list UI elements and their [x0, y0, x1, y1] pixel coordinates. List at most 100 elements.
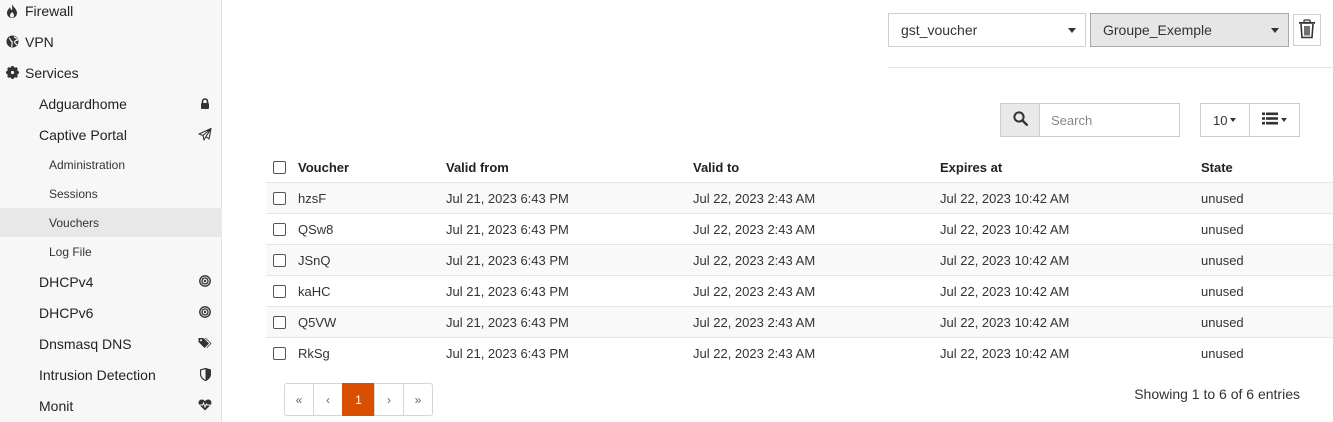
- table-cell: Jul 22, 2023 2:43 AM: [693, 283, 816, 299]
- pagination-first-button[interactable]: «: [284, 383, 314, 416]
- table-cell: Jul 22, 2023 10:42 AM: [940, 252, 1070, 268]
- table-cell: Jul 22, 2023 2:43 AM: [693, 252, 816, 268]
- sidebar-item-label: VPN: [25, 33, 54, 50]
- sidebar-item-label: Captive Portal: [39, 126, 127, 143]
- delete-group-button[interactable]: [1293, 14, 1321, 46]
- group-select[interactable]: Groupe_Exemple: [1090, 13, 1289, 47]
- sidebar-item-label: Administration: [49, 157, 126, 172]
- sidebar-item-administration[interactable]: Administration: [0, 150, 222, 179]
- table-row[interactable]: RkSg Jul 21, 2023 6:43 PM Jul 22, 2023 2:4…: [266, 337, 1333, 368]
- row-checkbox[interactable]: [273, 347, 286, 360]
- main-content: gst_voucher Groupe_Exemple 10 Voucher Va…: [223, 0, 1333, 422]
- table-row[interactable]: Q5VW Jul 21, 2023 6:43 PM Jul 22, 2023 2:4…: [266, 306, 1333, 337]
- sidebar-item-label: Log File: [49, 244, 92, 259]
- sidebar-item-dnsmasq-dns[interactable]: Dnsmasq DNS: [0, 328, 222, 359]
- table-cell: unused: [1201, 283, 1244, 299]
- sidebar-item-label: DHCPv4: [39, 273, 94, 290]
- table-cell: Jul 21, 2023 6:43 PM: [446, 252, 569, 268]
- table-row[interactable]: kaHC Jul 21, 2023 6:43 PM Jul 22, 2023 2:4…: [266, 275, 1333, 306]
- chevron-down-icon: [1068, 28, 1076, 33]
- sidebar-item-vpn[interactable]: VPN: [0, 26, 222, 57]
- bullseye-icon: [198, 274, 212, 288]
- row-checkbox[interactable]: [273, 316, 286, 329]
- sidebar-item-monit[interactable]: Monit: [0, 390, 222, 421]
- row-checkbox[interactable]: [273, 285, 286, 298]
- table-cell: hzsF: [298, 190, 327, 206]
- table-row[interactable]: hzsF Jul 21, 2023 6:43 PM Jul 22, 2023 2:4…: [266, 182, 1333, 213]
- table-cell: Q5VW: [298, 314, 337, 330]
- pagination-prev-button[interactable]: ‹: [313, 383, 343, 416]
- table-cell: unused: [1201, 314, 1244, 330]
- page-size-value: 10: [1213, 112, 1228, 128]
- sidebar: Firewall VPN Services Adguardhome Captiv…: [0, 0, 222, 422]
- sidebar-item-sessions[interactable]: Sessions: [0, 179, 222, 208]
- row-checkbox[interactable]: [273, 223, 286, 236]
- columns-dropdown[interactable]: [1249, 103, 1300, 137]
- sidebar-item-log-file[interactable]: Log File: [0, 237, 222, 266]
- trash-icon: [1298, 18, 1316, 42]
- column-header[interactable]: Valid to: [693, 152, 739, 182]
- sidebar-item-adguardhome[interactable]: Adguardhome: [0, 88, 222, 119]
- search-button[interactable]: [1000, 103, 1040, 137]
- sidebar-item-label: Dnsmasq DNS: [39, 335, 132, 352]
- sidebar-item-dhcpv4[interactable]: DHCPv4: [0, 266, 222, 297]
- table-cell: kaHC: [298, 283, 331, 299]
- table-cell: Jul 21, 2023 6:43 PM: [446, 283, 569, 299]
- table-cell: Jul 21, 2023 6:43 PM: [446, 221, 569, 237]
- table-cell: unused: [1201, 190, 1244, 206]
- sidebar-item-firewall[interactable]: Firewall: [0, 0, 222, 26]
- select-all-checkbox[interactable]: [273, 161, 286, 174]
- column-header[interactable]: Expires at: [940, 152, 1002, 182]
- gear-icon: [3, 66, 21, 79]
- table-cell: Jul 22, 2023 2:43 AM: [693, 190, 816, 206]
- column-header[interactable]: Voucher: [298, 152, 349, 182]
- paper-plane-icon: [198, 127, 212, 141]
- lock-icon: [198, 96, 212, 110]
- fire-icon: [3, 3, 21, 18]
- group-select-value: Groupe_Exemple: [1103, 22, 1212, 38]
- pagination: « ‹ 1 › »: [284, 383, 433, 416]
- sidebar-item-label: Monit: [39, 397, 74, 414]
- table-cell: Jul 22, 2023 10:42 AM: [940, 345, 1070, 361]
- provider-select[interactable]: gst_voucher: [888, 13, 1086, 47]
- sidebar-item-vouchers[interactable]: Vouchers: [0, 208, 222, 237]
- table-cell: unused: [1201, 221, 1244, 237]
- page-size-dropdown[interactable]: 10: [1200, 103, 1250, 137]
- table-cell: unused: [1201, 345, 1244, 361]
- sidebar-item-label: Vouchers: [49, 215, 100, 230]
- chevron-down-icon: [1271, 28, 1279, 33]
- table-cell: Jul 22, 2023 2:43 AM: [693, 221, 816, 237]
- sidebar-item-captive-portal[interactable]: Captive Portal: [0, 119, 222, 150]
- chevron-down-icon: [1281, 118, 1287, 122]
- sidebar-item-dhcpv6[interactable]: DHCPv6: [0, 297, 222, 328]
- table-row[interactable]: QSw8 Jul 21, 2023 6:43 PM Jul 22, 2023 2:4…: [266, 213, 1333, 244]
- row-checkbox[interactable]: [273, 192, 286, 205]
- list-icon: [1262, 112, 1278, 128]
- column-header[interactable]: State: [1201, 152, 1233, 182]
- table-header-row: Voucher Valid from Valid to Expires at S…: [266, 152, 1333, 182]
- pagination-next-button[interactable]: ›: [374, 383, 404, 416]
- row-checkbox[interactable]: [273, 254, 286, 267]
- sidebar-item-label: DHCPv6: [39, 304, 94, 321]
- sidebar-item-label: Intrusion Detection: [39, 366, 156, 383]
- table-cell: Jul 22, 2023 2:43 AM: [693, 345, 816, 361]
- entries-info: Showing 1 to 6 of 6 entries: [1134, 386, 1300, 402]
- table-cell: Jul 22, 2023 10:42 AM: [940, 190, 1070, 206]
- divider: [888, 67, 1333, 68]
- heartbeat-icon: [198, 398, 212, 412]
- column-header[interactable]: Valid from: [446, 152, 509, 182]
- table-cell: unused: [1201, 252, 1244, 268]
- sidebar-item-intrusion-detection[interactable]: Intrusion Detection: [0, 359, 222, 390]
- search-input[interactable]: [1039, 103, 1180, 137]
- sidebar-item-services[interactable]: Services: [0, 57, 222, 88]
- table-cell: Jul 21, 2023 6:43 PM: [446, 190, 569, 206]
- sidebar-item-label: Adguardhome: [39, 95, 127, 112]
- table-cell: Jul 21, 2023 6:43 PM: [446, 345, 569, 361]
- sidebar-item-label: Firewall: [25, 2, 74, 19]
- pagination-last-button[interactable]: »: [403, 383, 433, 416]
- pagination-page-button[interactable]: 1: [342, 383, 375, 416]
- provider-select-value: gst_voucher: [901, 22, 978, 38]
- table-row[interactable]: JSnQ Jul 21, 2023 6:43 PM Jul 22, 2023 2:4…: [266, 244, 1333, 275]
- chevron-down-icon: [1230, 118, 1237, 122]
- search-icon: [1012, 111, 1028, 129]
